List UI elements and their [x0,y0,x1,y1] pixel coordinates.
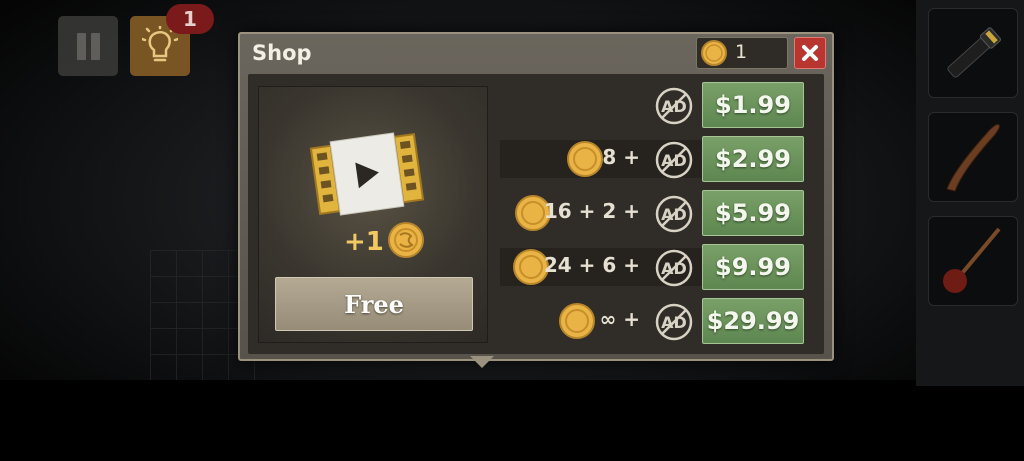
no-ads-icon: AD [655,195,693,233]
hint-count-badge: 1 [166,4,214,34]
video-reward-amount: +1 [344,227,384,257]
no-ads-icon: AD [655,249,693,287]
close-button[interactable] [794,37,826,69]
coin-icon [559,303,595,339]
coin-icon [701,40,727,66]
plunger-icon [943,227,1001,293]
coin-balance-value: 1 [735,41,748,63]
offer-row-1: AD $1.99 [500,82,816,128]
buy-button-2[interactable]: $2.99 [702,136,804,182]
offer-row-5: ∞ + AD $29.99 [500,298,816,344]
wooden-stick-icon [946,124,1000,192]
coin-icon [567,141,603,177]
pause-icon [77,33,86,60]
pause-button[interactable] [58,16,118,76]
buy-button-3[interactable]: $5.99 [702,190,804,236]
offer-quantity-3: 16 + 2 + [543,199,640,223]
buy-button-1[interactable]: $1.99 [702,82,804,128]
scene-bottom-shadow [0,380,1024,461]
offer-row-4: 24 + 6 + AD $9.99 [500,244,816,290]
no-ads-icon: AD [655,87,693,125]
free-video-button[interactable]: Free [275,277,473,331]
coin-balance: 1 [696,37,788,69]
offer-row-3: 16 + 2 + AD $5.99 [500,190,816,236]
shop-content: +1 Free AD $1.99 8 + [248,74,824,354]
offer-quantity-2: 8 + [602,145,640,169]
inventory-slot-plunger[interactable] [928,216,1018,306]
video-play-icon[interactable] [307,129,427,219]
dialog-title: Shop [252,41,312,65]
shop-dialog: Shop 1 +1 Free $1.99 8 + $2.99 16 + 2 + … [238,32,834,361]
coin-icon [388,222,424,258]
offer-quantity-4: 24 + 6 + [543,253,640,277]
buy-button-4[interactable]: $9.99 [702,244,804,290]
dialog-pointer [470,356,494,368]
video-reward-card: +1 Free [258,86,488,343]
offer-quantity-5: ∞ + [599,307,640,331]
inventory-slot-stick[interactable] [928,112,1018,202]
offer-row-2: 8 + AD $2.99 [500,136,816,182]
close-icon [802,45,818,61]
no-ads-icon: AD [655,141,693,179]
flashlight-icon [947,27,1001,78]
inventory-slot-flashlight[interactable] [928,8,1018,98]
no-ads-icon: AD [655,303,693,341]
buy-button-5[interactable]: $29.99 [702,298,804,344]
